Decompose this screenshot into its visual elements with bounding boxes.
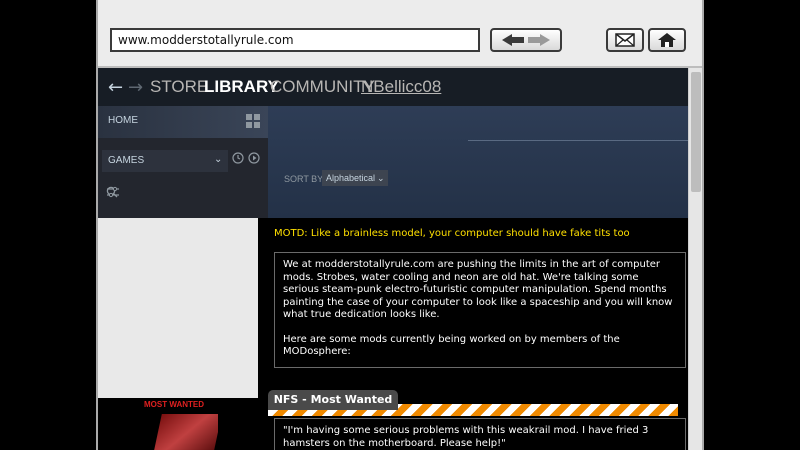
steam-games-dropdown[interactable]: GAMES ⌄ [102, 150, 228, 172]
steam-home-label: HOME [108, 115, 138, 126]
thumbnail-title: MOST WANTED [144, 400, 204, 409]
mail-icon [615, 33, 635, 47]
sort-select-value: Alphabetical [326, 173, 376, 183]
steam-nav-library[interactable]: LIBRARY [204, 77, 279, 97]
nfs-thumbnail-image[interactable]: MOST WANTED [128, 398, 218, 450]
intro-paragraph: We at modderstotallyrule.com are pushing… [283, 259, 673, 320]
steam-library-screenshot: ← → STORE LIBRARY COMMUNITY NBellicc08 H… [98, 68, 688, 218]
home-button[interactable] [648, 28, 686, 52]
steam-nav-store[interactable]: STORE [150, 77, 208, 97]
left-black-border [0, 0, 96, 450]
steam-right-panel: SORT BY Alphabetical ⌄ [268, 106, 688, 218]
right-black-border [704, 0, 800, 450]
browser-toolbar: www.modderstotallyrule.com [98, 0, 702, 68]
motd-text: MOTD: Like a brainless model, your compu… [274, 228, 630, 239]
modded-case-image [154, 414, 218, 450]
mod-quote-box: "I'm having some serious problems with t… [274, 418, 686, 450]
steam-home-row[interactable]: HOME [98, 106, 268, 138]
steam-nav-username[interactable]: NBellicc08 [361, 77, 441, 97]
steam-divider [468, 140, 688, 141]
steam-forward-arrow-icon[interactable]: → [128, 77, 143, 98]
scrollbar-thumb[interactable] [691, 72, 701, 192]
steam-nav-community[interactable]: COMMUNITY [270, 77, 375, 97]
browser-window: www.modderstotallyrule.com ← → STORE LIB… [96, 0, 704, 450]
main-content: MOTD: Like a brainless model, your compu… [258, 218, 688, 450]
mail-button[interactable] [606, 28, 644, 52]
web-page: ← → STORE LIBRARY COMMUNITY NBellicc08 H… [98, 68, 688, 450]
steam-left-panel: HOME GAMES ⌄ [98, 106, 268, 218]
back-forward-button[interactable] [490, 28, 562, 52]
play-icon[interactable] [248, 152, 260, 164]
grid-icon[interactable] [246, 114, 260, 128]
home-icon [658, 33, 676, 47]
intro-paragraph-2: Here are some mods currently being worke… [283, 333, 620, 358]
steam-back-arrow-icon[interactable]: ← [108, 77, 123, 98]
steam-games-label: GAMES [108, 155, 145, 166]
address-bar[interactable]: www.modderstotallyrule.com [110, 28, 480, 52]
filter-icon[interactable] [106, 186, 120, 198]
steam-top-bar: ← → STORE LIBRARY COMMUNITY NBellicc08 [98, 68, 688, 106]
left-sidebar [98, 218, 258, 398]
vertical-scrollbar[interactable] [688, 68, 702, 450]
chevron-down-icon: ⌄ [214, 154, 223, 165]
mod-section-header: NFS - Most Wanted [258, 390, 688, 420]
clock-icon[interactable] [232, 152, 244, 164]
sort-select[interactable]: Alphabetical ⌄ [322, 170, 388, 186]
steam-search-row[interactable] [102, 182, 264, 204]
mod-tab[interactable]: NFS - Most Wanted [268, 390, 398, 410]
back-forward-icon [502, 34, 550, 46]
intro-box: We at modderstotallyrule.com are pushing… [274, 252, 686, 368]
sort-by-label: SORT BY [284, 174, 324, 184]
chevron-down-icon: ⌄ [377, 173, 385, 183]
